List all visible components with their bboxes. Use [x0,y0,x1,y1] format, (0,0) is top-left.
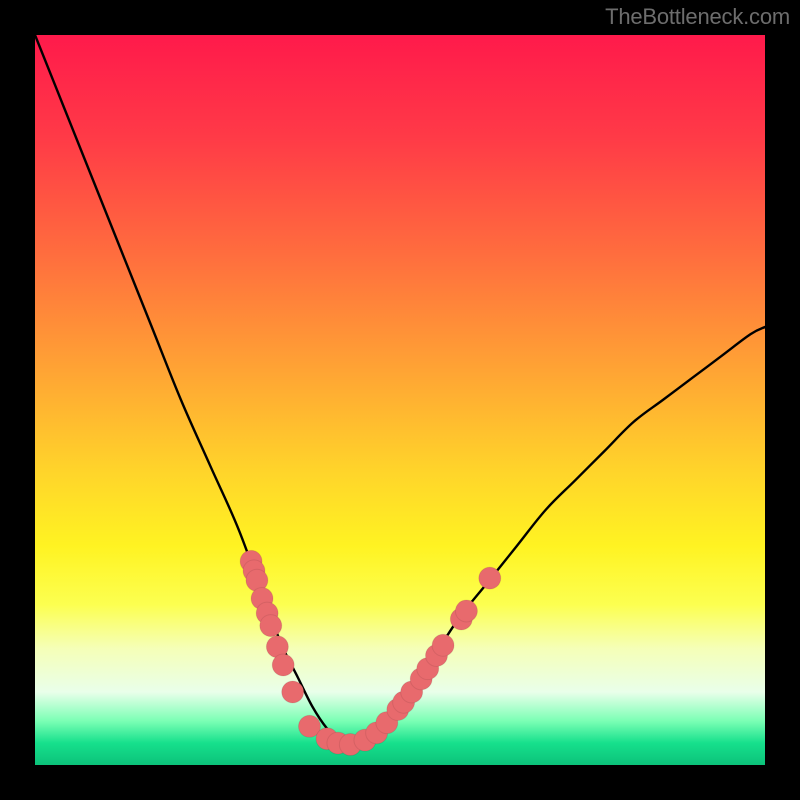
chart-svg [35,35,765,765]
chart-wrapper: TheBottleneck.com [0,0,800,800]
watermark-text: TheBottleneck.com [605,4,790,30]
marker-group [240,550,501,755]
data-marker [260,615,282,637]
data-marker [479,567,501,589]
data-marker [455,600,477,622]
data-marker [282,681,304,703]
plot-area [35,35,765,765]
bottleneck-curve [35,35,765,745]
data-marker [272,654,294,676]
data-marker [432,634,454,656]
